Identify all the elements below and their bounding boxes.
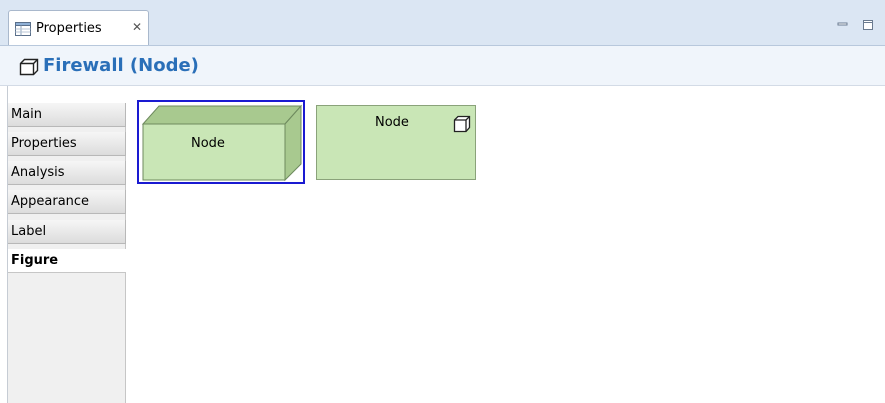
- maximize-icon[interactable]: [861, 18, 875, 32]
- sidebar-item-label: Properties: [11, 136, 77, 151]
- sidebar-item-label: Label: [11, 224, 47, 239]
- figure-label: Node: [375, 115, 409, 130]
- sidebar-item-main[interactable]: Main: [8, 103, 126, 127]
- tab-properties[interactable]: Properties ✕: [8, 10, 149, 45]
- minimize-icon[interactable]: [836, 18, 850, 32]
- sidebar-item-label: Analysis: [11, 165, 65, 180]
- sidebar-item-appearance[interactable]: Appearance: [8, 190, 126, 214]
- view-tab-bar: Properties ✕: [0, 0, 885, 46]
- properties-view-icon: [15, 22, 31, 36]
- node-icon: [19, 58, 39, 76]
- sidebar-item-figure[interactable]: Figure: [8, 249, 126, 273]
- sidebar-item-label: Figure: [11, 253, 59, 268]
- page-title: Firewall (Node): [43, 55, 199, 76]
- property-tabs-sidebar: Main Properties Analysis Appearance Labe…: [8, 103, 126, 403]
- tab-label: Properties: [36, 21, 102, 36]
- sidebar-item-properties[interactable]: Properties: [8, 132, 126, 156]
- node-icon: [453, 115, 471, 133]
- sidebar-item-label[interactable]: Label: [8, 220, 126, 244]
- close-icon[interactable]: ✕: [132, 20, 142, 34]
- sidebar-item-analysis[interactable]: Analysis: [8, 161, 126, 185]
- figure-option-rectangle[interactable]: Node: [316, 105, 476, 180]
- sidebar-item-label: Appearance: [11, 194, 90, 209]
- properties-title-bar: Firewall (Node): [0, 46, 885, 86]
- figure-label: Node: [191, 136, 225, 151]
- figure-option-3d-box[interactable]: Node: [137, 100, 305, 184]
- sidebar-item-label: Main: [11, 107, 43, 122]
